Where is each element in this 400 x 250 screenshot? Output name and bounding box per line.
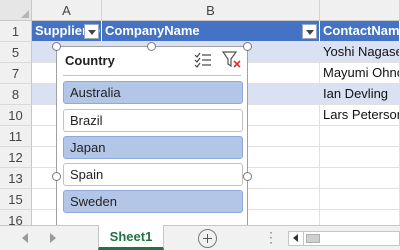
multi-select-icon[interactable] xyxy=(194,52,212,68)
slicer-item[interactable]: Brazil xyxy=(63,109,243,132)
cell[interactable] xyxy=(320,126,400,147)
column-header-c[interactable] xyxy=(320,0,400,21)
header-label: CompanyName xyxy=(105,23,200,38)
header-cell-companyname[interactable]: CompanyName xyxy=(102,21,320,42)
cell[interactable]: Yoshi Nagase xyxy=(320,42,400,63)
row-header[interactable]: 12 xyxy=(0,147,32,168)
slicer-item[interactable]: Spain xyxy=(63,163,243,186)
slicer-title: Country xyxy=(65,53,115,68)
select-all-corner[interactable] xyxy=(0,0,32,21)
row-header[interactable]: 8 xyxy=(0,84,32,105)
resize-handle-top[interactable] xyxy=(147,42,156,51)
filter-dropdown-button[interactable] xyxy=(84,24,99,39)
horizontal-scrollbar[interactable] xyxy=(288,231,400,246)
scrollbar-thumb[interactable] xyxy=(306,234,320,243)
resize-handle-top-left[interactable] xyxy=(52,42,61,51)
resize-handle-left[interactable] xyxy=(52,172,61,181)
slicer-item[interactable]: Australia xyxy=(63,81,243,104)
row-header[interactable]: 10 xyxy=(0,105,32,126)
resize-handle-right[interactable] xyxy=(243,172,252,181)
filter-dropdown-button[interactable] xyxy=(302,24,317,39)
resize-handle-top-right[interactable] xyxy=(243,42,252,51)
cell[interactable]: Lars Peterson xyxy=(320,105,400,126)
cell[interactable]: Mayumi Ohno xyxy=(320,63,400,84)
table-header-row: SupplierID CompanyName ContactName xyxy=(32,21,400,42)
header-cell-contactname[interactable]: ContactName xyxy=(320,21,400,42)
scroll-left-icon[interactable] xyxy=(289,232,304,245)
more-options-icon[interactable]: ⋮ xyxy=(264,230,279,244)
sheet-tab-bar: Sheet1 ⋮ xyxy=(0,225,400,250)
row-header[interactable]: 15 xyxy=(0,189,32,210)
cell[interactable] xyxy=(320,147,400,168)
slicer-item[interactable]: Sweden xyxy=(63,190,243,213)
clear-filter-icon[interactable] xyxy=(222,51,242,69)
column-header-a[interactable]: A xyxy=(32,0,102,21)
scroll-tabs-right-icon[interactable] xyxy=(50,233,56,243)
add-sheet-icon[interactable] xyxy=(198,229,217,248)
slicer-divider xyxy=(63,75,241,76)
scroll-tabs-left-icon[interactable] xyxy=(22,233,28,243)
sheet-tab[interactable]: Sheet1 xyxy=(98,225,164,250)
slicer-item[interactable]: Japan xyxy=(63,136,243,159)
row-header[interactable]: 5 xyxy=(0,42,32,63)
row-header[interactable]: 1 xyxy=(0,21,32,42)
cell[interactable] xyxy=(320,189,400,210)
column-header-b[interactable]: B xyxy=(102,0,320,21)
header-label: ContactName xyxy=(323,23,400,38)
row-header[interactable]: 13 xyxy=(0,168,32,189)
header-cell-supplierid[interactable]: SupplierID xyxy=(32,21,102,42)
cell[interactable]: Ian Devling xyxy=(320,84,400,105)
country-slicer[interactable]: Country Australia Brazil Japan Spain Swe… xyxy=(56,46,248,228)
cell[interactable] xyxy=(320,168,400,189)
row-header[interactable]: 7 xyxy=(0,63,32,84)
row-header[interactable]: 11 xyxy=(0,126,32,147)
